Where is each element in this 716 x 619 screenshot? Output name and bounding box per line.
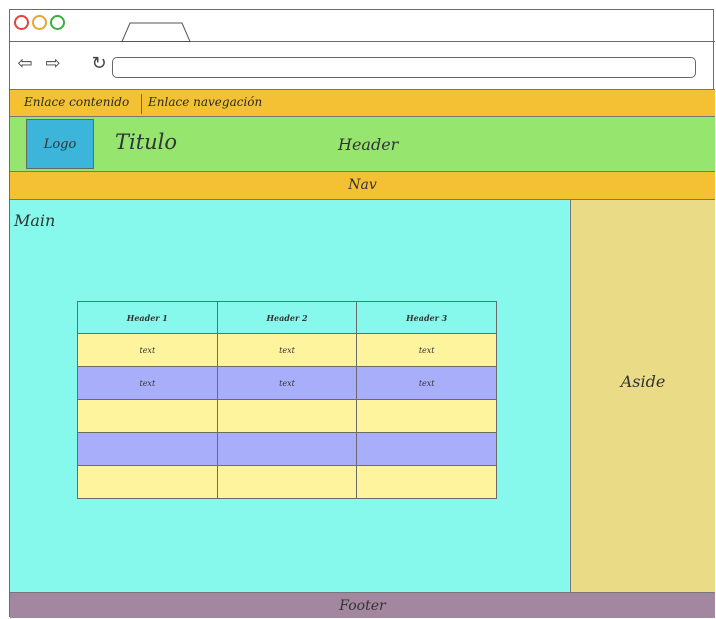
table-cell: [356, 465, 497, 499]
minimize-window-icon[interactable]: [32, 15, 47, 30]
table-cell: text: [216, 333, 358, 367]
table-header-cell: Header 2: [216, 301, 358, 334]
table-cell: text: [356, 333, 497, 367]
skip-links-bar: Enlace contenido Enlace navegación: [10, 89, 715, 117]
forward-arrow-icon[interactable]: ⇨: [42, 54, 64, 74]
table-cell: [77, 465, 218, 499]
address-bar: ⇦ ⇨ ↻: [10, 43, 715, 88]
table-cell: [216, 432, 358, 466]
logo[interactable]: Logo: [26, 119, 94, 169]
header-label: Header: [338, 135, 399, 154]
page-title: Titulo: [115, 130, 178, 154]
browser-tab[interactable]: [120, 22, 206, 42]
data-table: Header 1 Header 2 Header 3 text text tex…: [77, 301, 497, 499]
table-row: [77, 432, 497, 466]
table-cell: [216, 399, 358, 433]
title-bar: [10, 10, 715, 42]
table-cell: [216, 465, 358, 499]
browser-window: ⇦ ⇨ ↻ Enlace contenido Enlace navegación…: [9, 9, 715, 618]
table-cell: [356, 432, 497, 466]
table-cell: text: [356, 366, 497, 400]
footer-label: Footer: [339, 598, 386, 614]
nav-label: Nav: [348, 177, 377, 193]
table-cell: text: [216, 366, 358, 400]
main-label: Main: [14, 211, 56, 230]
link-contenido[interactable]: Enlace contenido: [24, 95, 129, 109]
table-cell: [77, 432, 218, 466]
nav-region: Nav: [10, 172, 715, 200]
link-navegacion[interactable]: Enlace navegación: [148, 95, 262, 109]
table-row: [77, 465, 497, 499]
aside-region: Aside: [571, 200, 715, 592]
table-row: text text text: [77, 333, 497, 367]
reload-icon[interactable]: ↻: [88, 53, 110, 75]
table-cell: [77, 399, 218, 433]
header-region: Logo Titulo Header: [10, 117, 715, 172]
aside-label: Aside: [620, 372, 666, 391]
main-region: Main Header 1 Header 2 Header 3 text tex…: [10, 200, 571, 592]
link-separator: [141, 94, 142, 114]
logo-label: Logo: [43, 137, 77, 152]
table-row: [77, 399, 497, 433]
footer-region: Footer: [10, 592, 715, 618]
table-cell: [356, 399, 497, 433]
table-row: text text text: [77, 366, 497, 400]
maximize-window-icon[interactable]: [50, 15, 65, 30]
table-cell: text: [77, 366, 218, 400]
table-cell: text: [77, 333, 218, 367]
table-header-cell: Header 1: [77, 301, 218, 334]
table-header-row: Header 1 Header 2 Header 3: [77, 301, 497, 334]
table-header-cell: Header 3: [356, 301, 497, 334]
close-window-icon[interactable]: [14, 15, 29, 30]
back-arrow-icon[interactable]: ⇦: [14, 54, 36, 74]
url-input[interactable]: [112, 57, 696, 78]
